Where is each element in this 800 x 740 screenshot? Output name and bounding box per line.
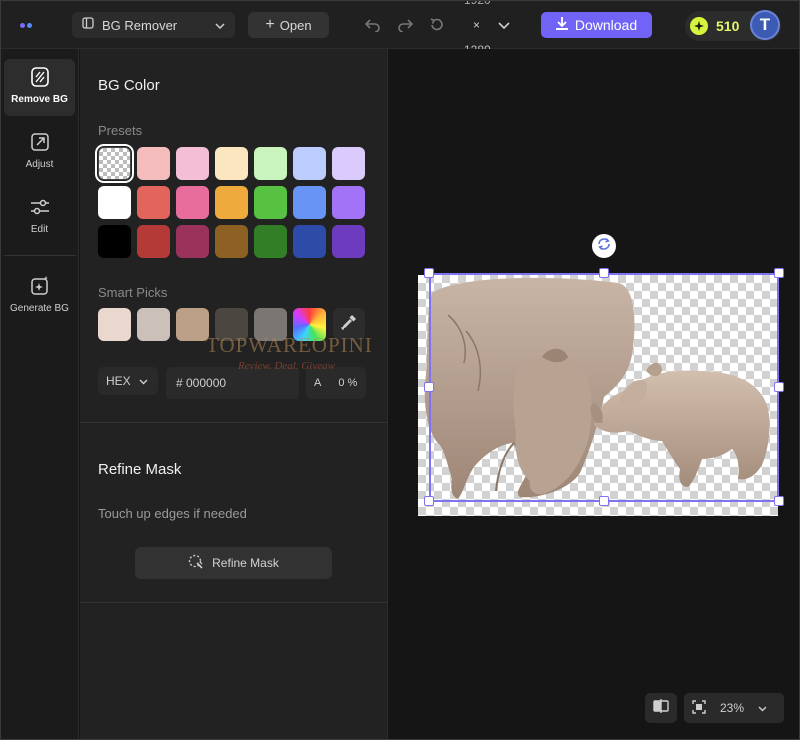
- open-button[interactable]: + Open: [248, 12, 329, 38]
- color-swatch[interactable]: [254, 225, 287, 258]
- color-format-select[interactable]: HEX: [98, 367, 158, 395]
- nav-remove-bg[interactable]: Remove BG: [4, 59, 75, 116]
- nav-generate-bg-label: Generate BG: [10, 303, 69, 314]
- color-swatch[interactable]: [293, 186, 326, 219]
- compare-button[interactable]: [645, 693, 677, 723]
- fit-screen-icon[interactable]: [692, 699, 706, 717]
- color-swatch[interactable]: [215, 186, 248, 219]
- download-button-label: Download: [574, 17, 638, 33]
- refine-mask-subtitle: Touch up edges if needed: [98, 506, 247, 521]
- color-swatch[interactable]: [98, 225, 131, 258]
- alpha-value: 0 %: [338, 377, 358, 389]
- tool-selector-label: BG Remover: [102, 17, 178, 33]
- credit-coin-icon: [690, 17, 708, 35]
- refine-brush-icon: [188, 554, 204, 573]
- resize-handle-bottom-right[interactable]: [774, 496, 784, 506]
- bg-color-title: BG Color: [98, 77, 160, 94]
- open-button-label: Open: [279, 17, 312, 33]
- refine-mask-button[interactable]: Refine Mask: [135, 547, 332, 579]
- app-window: BG Remover + Open 1920 × Download 510 T …: [0, 0, 800, 740]
- undo-icon[interactable]: [362, 15, 384, 35]
- color-swatch[interactable]: [176, 147, 209, 180]
- dimension-separator: ×: [473, 18, 481, 32]
- smart-pick-swatch[interactable]: [137, 308, 170, 341]
- color-swatch[interactable]: [215, 225, 248, 258]
- color-swatch[interactable]: [254, 147, 287, 180]
- redo-icon[interactable]: [394, 15, 416, 35]
- color-swatch[interactable]: [137, 147, 170, 180]
- user-avatar[interactable]: T: [750, 10, 780, 40]
- nav-edit-label: Edit: [30, 224, 49, 235]
- eyedropper-icon: [340, 314, 357, 335]
- nav-adjust-label: Adjust: [25, 159, 54, 170]
- color-swatch[interactable]: [215, 147, 248, 180]
- app-logo: [20, 21, 32, 29]
- presets-label: Presets: [98, 123, 143, 138]
- selection-box[interactable]: [429, 273, 779, 502]
- adjust-icon: [29, 131, 51, 156]
- credits-count: 510: [716, 18, 740, 34]
- swatch-transparent[interactable]: [95, 144, 134, 183]
- sliders-icon: [29, 196, 51, 221]
- resize-handle-top-right[interactable]: [774, 268, 784, 278]
- resize-handle-left[interactable]: [424, 382, 434, 392]
- plus-icon: +: [265, 16, 275, 33]
- zoom-level: 23%: [720, 701, 745, 715]
- watermark-text: TOPWAREOPINI: [206, 333, 373, 357]
- resize-handle-bottom-left[interactable]: [424, 496, 434, 506]
- chevron-down-icon: [139, 374, 148, 388]
- refine-mask-button-label: Refine Mask: [212, 556, 279, 570]
- tool-selector[interactable]: BG Remover: [72, 12, 235, 38]
- left-nav: Remove BG Adjust Edit Generate BG: [1, 49, 79, 739]
- color-swatch[interactable]: [332, 225, 365, 258]
- color-swatch[interactable]: [293, 147, 326, 180]
- size-chevron-icon[interactable]: [498, 17, 510, 35]
- resize-handle-right[interactable]: [774, 382, 784, 392]
- color-swatch[interactable]: [332, 147, 365, 180]
- color-swatch[interactable]: [176, 225, 209, 258]
- sparkle-icon: [29, 275, 51, 300]
- rotate-handle[interactable]: [592, 234, 616, 258]
- smart-picks-label: Smart Picks: [98, 285, 168, 300]
- resize-handle-top-left[interactable]: [424, 268, 434, 278]
- remove-bg-icon: [29, 66, 51, 91]
- smart-pick-swatch[interactable]: [98, 308, 131, 341]
- nav-divider: [4, 255, 76, 256]
- color-swatch[interactable]: [293, 225, 326, 258]
- panel-divider: [80, 422, 388, 423]
- panel-divider-bottom: [80, 602, 388, 603]
- color-swatch[interactable]: [137, 225, 170, 258]
- refine-mask-title: Refine Mask: [98, 461, 182, 478]
- color-swatch[interactable]: [137, 186, 170, 219]
- nav-adjust[interactable]: Adjust: [4, 124, 75, 170]
- alpha-label: A: [314, 377, 322, 389]
- color-swatch[interactable]: [332, 186, 365, 219]
- resize-handle-top[interactable]: [599, 268, 609, 278]
- nav-remove-bg-label: Remove BG: [11, 94, 68, 105]
- chevron-down-icon: [758, 701, 767, 715]
- tool-panel-icon: [82, 16, 94, 34]
- rotate-icon: [597, 237, 611, 256]
- download-icon: [555, 17, 568, 33]
- width-value[interactable]: 1920: [464, 1, 491, 7]
- color-swatch[interactable]: [98, 186, 131, 219]
- chevron-down-icon: [215, 16, 225, 34]
- color-swatch[interactable]: [176, 186, 209, 219]
- bg-color-panel: BG Color Presets Smart Picks HEX # 00000…: [80, 49, 388, 739]
- reset-icon[interactable]: [426, 15, 448, 35]
- canvas-area: 23%: [389, 49, 799, 739]
- color-swatch[interactable]: [254, 186, 287, 219]
- compare-icon: [653, 698, 669, 718]
- resize-handle-bottom[interactable]: [599, 496, 609, 506]
- watermark-tagline: Review. Deal. Giveaw: [238, 360, 335, 372]
- download-button[interactable]: Download: [541, 12, 652, 38]
- smart-pick-swatch[interactable]: [176, 308, 209, 341]
- nav-edit[interactable]: Edit: [4, 189, 75, 235]
- zoom-control[interactable]: 23%: [684, 693, 784, 723]
- top-bar: BG Remover + Open 1920 × Download 510 T: [1, 1, 799, 49]
- color-format-value: HEX: [106, 374, 131, 388]
- nav-generate-bg[interactable]: Generate BG: [4, 268, 75, 314]
